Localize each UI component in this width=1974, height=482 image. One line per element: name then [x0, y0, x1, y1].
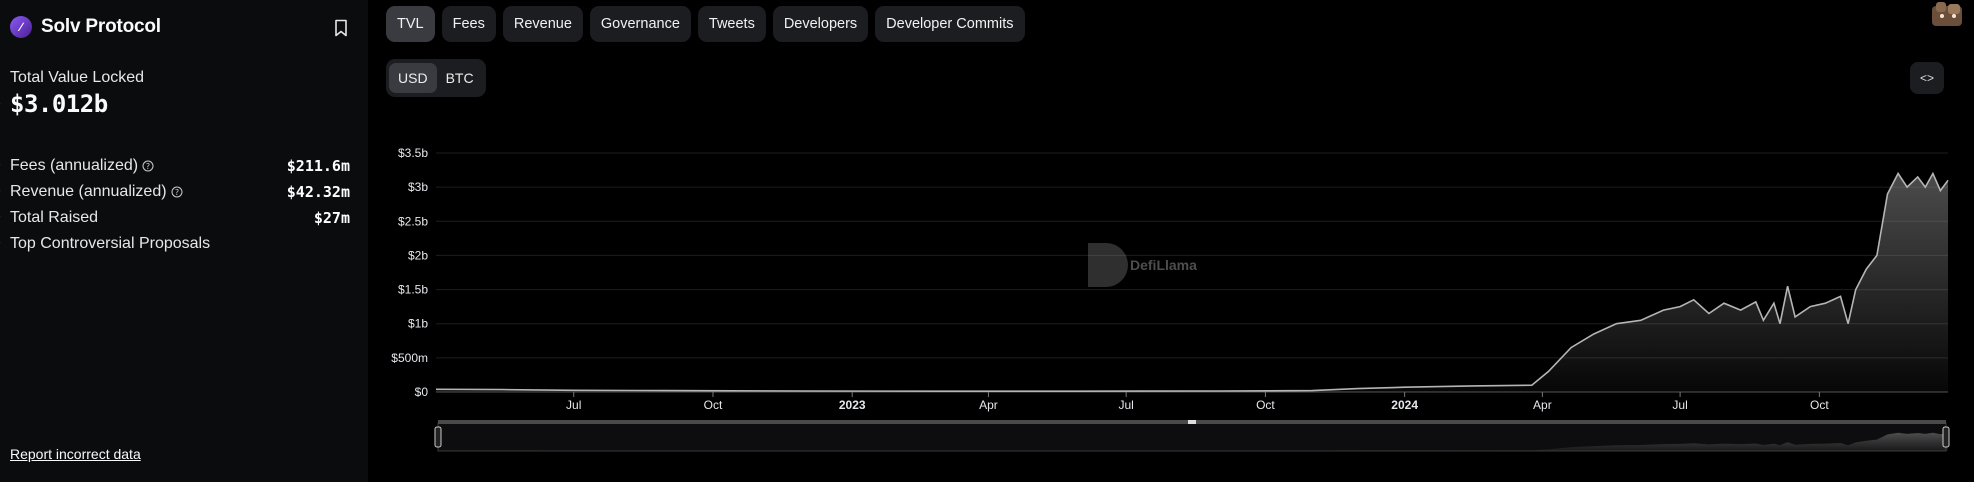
- metric-fees[interactable]: Fees (annualized) ? $211.6m: [10, 155, 350, 177]
- svg-text:?: ?: [174, 188, 178, 197]
- y-tick-label: $1b: [408, 317, 428, 331]
- tab-tweets[interactable]: Tweets: [697, 6, 766, 42]
- y-tick-label: $2.5b: [398, 214, 428, 228]
- y-tick-label: $1.5b: [398, 283, 428, 297]
- metric-controversial-proposals[interactable]: Top Controversial Proposals: [10, 233, 350, 255]
- svg-text:?: ?: [146, 162, 150, 171]
- range-handle-right[interactable]: [1942, 426, 1950, 448]
- watermark-text: DefiLlama: [1130, 257, 1197, 273]
- llama-icon: [1088, 243, 1128, 287]
- tvl-chart[interactable]: $0 $500m $1b $1.5b $2b $2.5b $3b $3.5b Jul Oct 202…: [380, 140, 1974, 472]
- embed-code-button[interactable]: <>: [1910, 62, 1944, 94]
- x-tick-label: Apr: [979, 398, 998, 412]
- x-tick-label: Jul: [1118, 398, 1133, 412]
- watermark-logo: [1088, 243, 1128, 287]
- user-avatar[interactable]: [1930, 0, 1966, 28]
- tab-developers[interactable]: Developers: [772, 6, 869, 42]
- x-tick-label: Jul: [566, 398, 581, 412]
- y-tick-label: $3b: [408, 180, 428, 194]
- range-handle-left[interactable]: [434, 426, 442, 448]
- tab-fees[interactable]: Fees: [441, 6, 496, 42]
- x-tick-label: Oct: [1810, 398, 1829, 412]
- tab-developer-commits[interactable]: Developer Commits: [875, 6, 1025, 42]
- chevron-right-icon[interactable]: ›: [0, 159, 1, 171]
- protocol-header: ∕ Solv Protocol: [10, 16, 161, 38]
- y-tick-label: $0: [415, 385, 429, 399]
- x-tick-label: 2023: [839, 398, 866, 412]
- metric-value: $211.6m: [286, 157, 350, 175]
- metric-label: Top Controversial Proposals: [10, 235, 211, 252]
- currency-usd-button[interactable]: USD: [389, 63, 437, 93]
- tvl-area: [436, 173, 1948, 392]
- metric-label: Fees (annualized): [10, 157, 139, 174]
- help-icon[interactable]: ?: [171, 186, 183, 198]
- y-tick-label: $2b: [408, 248, 428, 262]
- chevron-right-icon[interactable]: ›: [0, 185, 1, 197]
- chart-tabs: TVL Fees Revenue Governance Tweets Devel…: [386, 6, 1032, 42]
- metric-label: Total Raised: [10, 209, 99, 226]
- bookmark-icon[interactable]: [333, 19, 349, 37]
- report-incorrect-data-link[interactable]: Report incorrect data: [10, 446, 141, 462]
- tvl-label: Total Value Locked: [10, 69, 145, 86]
- y-tick-label: $500m: [391, 351, 428, 365]
- tab-tvl[interactable]: TVL: [386, 6, 435, 42]
- x-tick-label: Jul: [1672, 398, 1687, 412]
- protocol-name: Solv Protocol: [41, 16, 161, 37]
- help-icon[interactable]: ?: [142, 160, 154, 172]
- tab-revenue[interactable]: Revenue: [502, 6, 583, 42]
- x-tick-label: Apr: [1533, 398, 1552, 412]
- x-tick-label: 2024: [1391, 398, 1418, 412]
- currency-toggle: USD BTC: [386, 59, 486, 97]
- tvl-value: $3.012b: [10, 90, 108, 118]
- metric-value: $42.32m: [286, 183, 350, 201]
- chevron-right-icon[interactable]: ›: [0, 211, 1, 223]
- tvl-expand-icon[interactable]: ›: [0, 98, 1, 110]
- x-tick-label: Oct: [704, 398, 723, 412]
- metric-total-raised[interactable]: Total Raised $27m: [10, 207, 350, 229]
- y-tick-label: $3.5b: [398, 146, 428, 160]
- protocol-logo-icon: ∕: [10, 16, 32, 38]
- metric-revenue[interactable]: Revenue (annualized) ? $42.32m: [10, 181, 350, 203]
- currency-btc-button[interactable]: BTC: [437, 63, 483, 93]
- metric-value: $27m: [313, 209, 350, 227]
- tab-governance[interactable]: Governance: [589, 6, 691, 42]
- range-slider-grip: [1188, 420, 1196, 424]
- metric-label: Revenue (annualized): [10, 183, 167, 200]
- x-tick-label: Oct: [1256, 398, 1275, 412]
- protocol-sidebar: ∕ Solv Protocol Total Value Locked › $3.…: [0, 0, 368, 482]
- chevron-right-icon[interactable]: ›: [0, 237, 1, 249]
